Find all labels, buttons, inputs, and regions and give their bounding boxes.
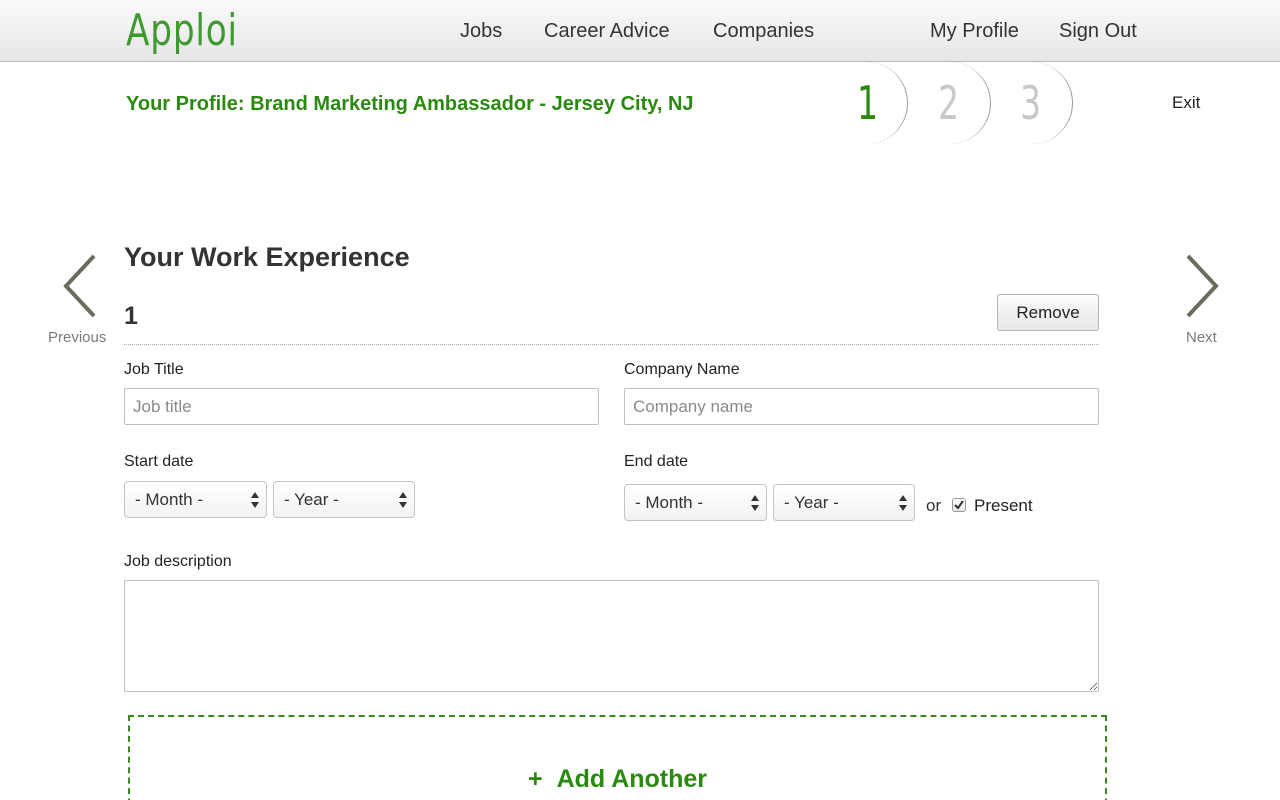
apploi-logo[interactable]: Apploi (126, 6, 238, 56)
select-arrows-icon (751, 495, 759, 511)
job-description-label: Job description (124, 553, 232, 570)
present-checkbox[interactable] (952, 498, 966, 512)
end-month-value: - Month - (635, 493, 704, 512)
profile-title: Your Profile: Brand Marketing Ambassador… (126, 93, 694, 115)
next-label[interactable]: Next (1186, 329, 1217, 347)
select-arrows-icon (251, 492, 259, 508)
end-year-select[interactable]: - Year - (773, 484, 915, 521)
end-month-select[interactable]: - Month - (624, 484, 767, 521)
nav-sign-out-link[interactable]: Sign Out (1059, 18, 1137, 44)
top-navigation-bar: Apploi Jobs Career Advice Companies My P… (0, 0, 1280, 62)
step-3-number: 3 (1020, 76, 1042, 130)
present-label[interactable]: Present (974, 496, 1033, 516)
start-year-value: - Year - (284, 490, 339, 509)
job-title-input[interactable] (124, 388, 599, 425)
job-title-label: Job Title (124, 361, 184, 378)
company-name-label: Company Name (624, 361, 740, 378)
previous-chevron-icon[interactable] (62, 252, 102, 322)
plus-icon: + (527, 765, 543, 793)
step-2-number: 2 (938, 76, 960, 130)
start-date-label: Start date (124, 453, 194, 470)
start-month-select[interactable]: - Month - (124, 481, 267, 518)
exit-link[interactable]: Exit (1172, 93, 1200, 113)
entry-number: 1 (124, 302, 138, 330)
nav-career-advice-link[interactable]: Career Advice (544, 18, 670, 44)
end-date-label: End date (624, 453, 689, 470)
end-year-value: - Year - (784, 493, 839, 512)
divider (124, 344, 1099, 345)
or-text: or (926, 496, 942, 515)
select-arrows-icon (899, 495, 907, 511)
next-chevron-icon[interactable] (1184, 252, 1224, 322)
checkmark-icon (954, 500, 964, 510)
previous-label[interactable]: Previous (48, 329, 106, 347)
nav-jobs-link[interactable]: Jobs (460, 18, 502, 44)
step-1-number: 1 (857, 76, 879, 130)
start-month-value: - Month - (135, 490, 204, 509)
nav-companies-link[interactable]: Companies (713, 18, 814, 44)
add-another-label: Add Another (556, 765, 708, 793)
add-another-button[interactable]: + Add Another (128, 715, 1107, 800)
nav-my-profile-link[interactable]: My Profile (930, 18, 1019, 44)
remove-button[interactable]: Remove (997, 294, 1099, 331)
start-year-select[interactable]: - Year - (273, 481, 415, 518)
job-description-textarea[interactable] (124, 580, 1099, 692)
section-title: Your Work Experience (124, 242, 410, 272)
company-name-input[interactable] (624, 388, 1099, 425)
select-arrows-icon (399, 492, 407, 508)
